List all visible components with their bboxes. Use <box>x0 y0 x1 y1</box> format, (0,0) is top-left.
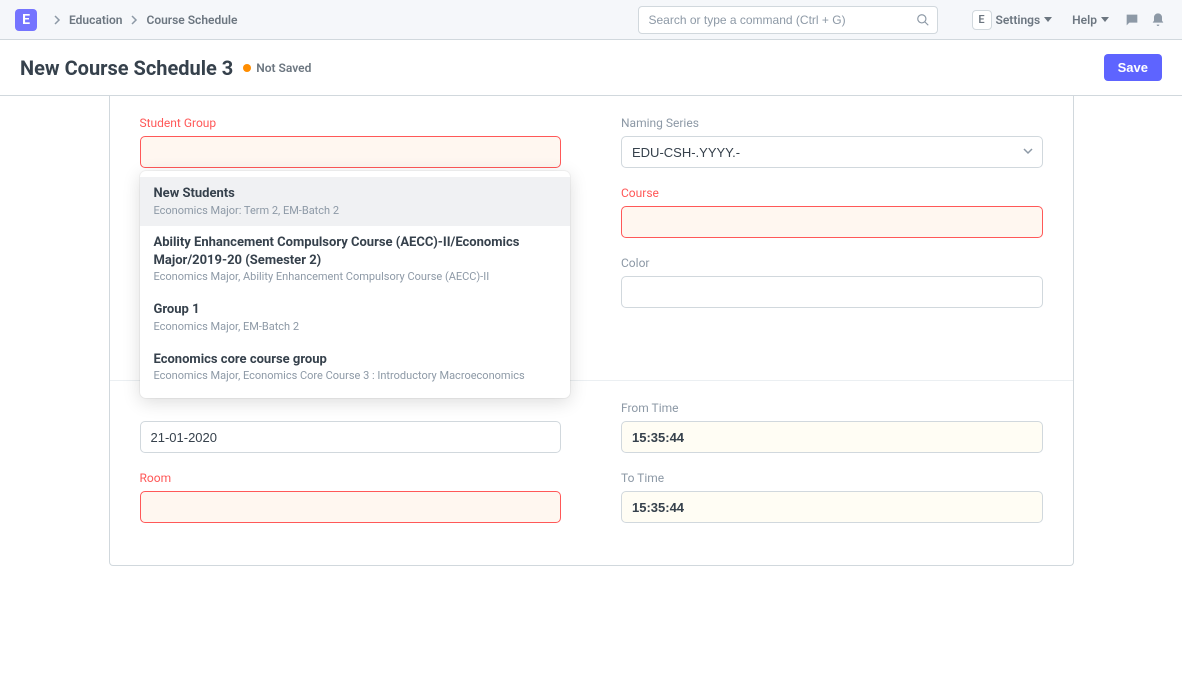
autocomplete-option-subtitle: Economics Major: Term 2, EM-Batch 2 <box>154 204 556 219</box>
label-room: Room <box>140 471 562 485</box>
color-input[interactable] <box>621 276 1043 308</box>
save-button[interactable]: Save <box>1104 54 1162 81</box>
search-icon <box>916 13 930 27</box>
field-color: Color <box>621 256 1043 308</box>
status-text: Not Saved <box>256 61 311 75</box>
breadcrumb: Education Course Schedule <box>53 13 238 27</box>
autocomplete-option-title: Economics core course group <box>154 351 556 369</box>
field-naming-series: Naming Series <box>621 116 1043 168</box>
search-input[interactable] <box>638 6 938 34</box>
bell-icon[interactable] <box>1149 11 1167 29</box>
label-naming-series: Naming Series <box>621 116 1043 130</box>
label-student-group: Student Group <box>140 116 562 130</box>
autocomplete-option-title: Ability Enhancement Compulsory Course (A… <box>154 234 556 269</box>
autocomplete-option-subtitle: Economics Major, EM-Batch 2 <box>154 320 556 335</box>
field-schedule-date: Schedule Date <box>140 401 562 453</box>
caret-down-icon <box>1044 17 1052 23</box>
page-title: New Course Schedule 3 <box>20 56 233 80</box>
field-course: Course <box>621 186 1043 238</box>
chevron-right-icon <box>53 15 61 25</box>
student-group-input[interactable] <box>140 136 562 168</box>
caret-down-icon <box>1101 17 1109 23</box>
course-input[interactable] <box>621 206 1043 238</box>
help-menu[interactable]: Help <box>1066 13 1115 27</box>
breadcrumb-education[interactable]: Education <box>69 13 122 27</box>
chevron-right-icon <box>130 15 138 25</box>
to-time-input[interactable] <box>621 491 1043 523</box>
chat-icon[interactable] <box>1123 11 1141 29</box>
label-course: Course <box>621 186 1043 200</box>
field-to-time: To Time <box>621 471 1043 523</box>
room-input[interactable] <box>140 491 562 523</box>
from-time-input[interactable] <box>621 421 1043 453</box>
chevron-down-icon <box>1023 148 1033 156</box>
schedule-date-input[interactable] <box>140 421 562 453</box>
field-from-time: From Time <box>621 401 1043 453</box>
autocomplete-option[interactable]: New Students Economics Major: Term 2, EM… <box>140 177 570 226</box>
user-badge: E <box>972 10 992 30</box>
label-from-time: From Time <box>621 401 1043 415</box>
field-student-group: Student Group New Students Economics Maj… <box>140 116 562 168</box>
label-color: Color <box>621 256 1043 270</box>
user-settings-menu[interactable]: E Settings <box>966 10 1059 30</box>
autocomplete-option[interactable]: Ability Enhancement Compulsory Course (A… <box>140 226 570 293</box>
brand-logo[interactable]: E <box>15 9 37 31</box>
field-room: Room <box>140 471 562 523</box>
label-to-time: To Time <box>621 471 1043 485</box>
status-dot-icon <box>243 64 251 72</box>
naming-series-select[interactable] <box>621 136 1043 168</box>
autocomplete-option-subtitle: Economics Major, Ability Enhancement Com… <box>154 270 556 285</box>
autocomplete-option-subtitle: Economics Major, Economics Core Course 3… <box>154 369 556 384</box>
autocomplete-option[interactable]: Group 1 Economics Major, EM-Batch 2 <box>140 293 570 342</box>
autocomplete-option-title: Group 1 <box>154 301 556 319</box>
settings-label: Settings <box>996 13 1041 27</box>
status-badge: Not Saved <box>243 61 311 75</box>
global-search <box>638 6 938 34</box>
autocomplete-option[interactable]: Economics core course group Economics Ma… <box>140 343 570 392</box>
help-label: Help <box>1072 13 1097 27</box>
breadcrumb-course-schedule[interactable]: Course Schedule <box>146 13 237 27</box>
page-header: New Course Schedule 3 Not Saved Save <box>0 40 1182 96</box>
top-navbar: E Education Course Schedule E Settings H… <box>0 0 1182 40</box>
autocomplete-option-title: New Students <box>154 185 556 203</box>
student-group-autocomplete: New Students Economics Major: Term 2, EM… <box>140 171 570 398</box>
form-card: Student Group New Students Economics Maj… <box>109 96 1074 566</box>
